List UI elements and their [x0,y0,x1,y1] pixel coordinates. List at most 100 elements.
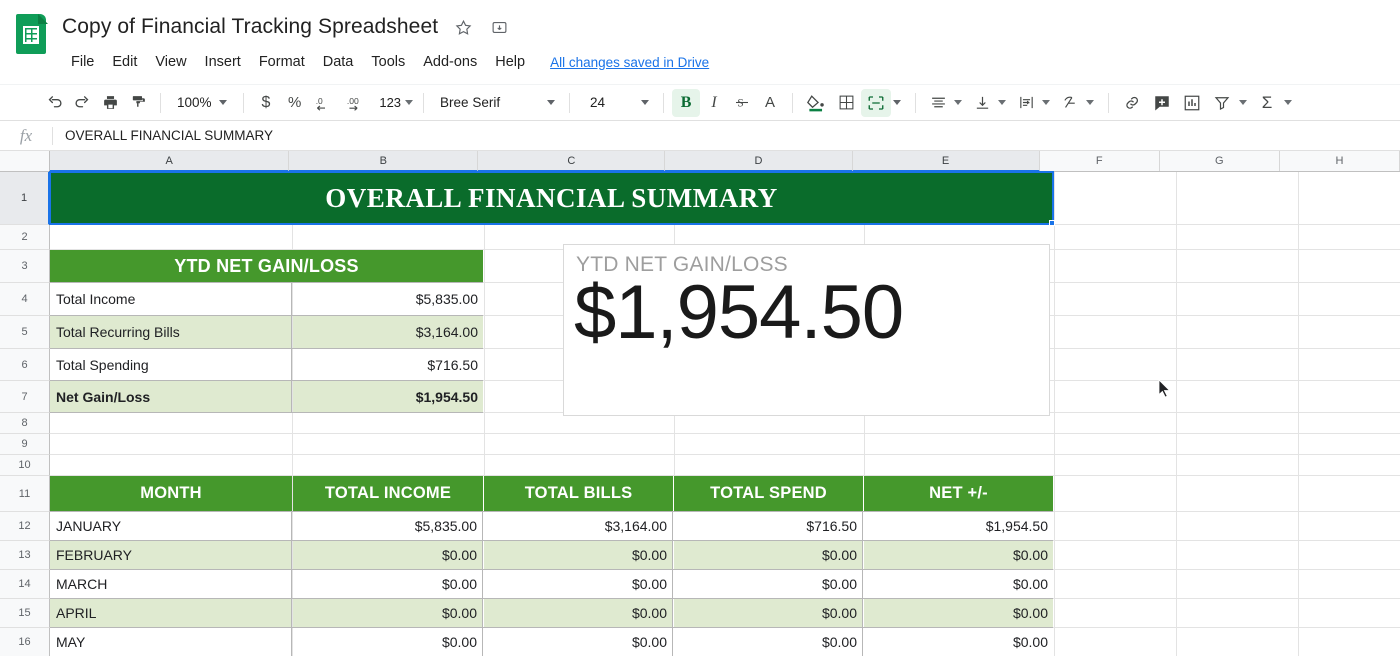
undo-icon[interactable] [40,89,68,117]
chevron-down-icon[interactable] [1239,100,1248,105]
chevron-down-icon[interactable] [641,100,650,105]
row-header-13[interactable]: 13 [0,541,50,570]
monthly-cell-income[interactable]: $0.00 [293,541,483,569]
monthly-cell-month[interactable]: FEBRUARY [50,541,292,569]
monthly-cell-spend[interactable]: $716.50 [674,512,863,540]
monthly-header-spend[interactable]: TOTAL SPEND [674,476,863,511]
row-header-1[interactable]: 1 [0,172,50,225]
column-header-c[interactable]: C [478,151,666,172]
monthly-cell-spend[interactable]: $0.00 [674,599,863,627]
column-header-f[interactable]: F [1039,151,1160,171]
monthly-cell-month[interactable]: APRIL [50,599,292,627]
chart-icon[interactable] [1177,89,1207,117]
menu-edit[interactable]: Edit [103,51,146,73]
row-header-6[interactable]: 6 [0,349,50,381]
monthly-cell-spend[interactable]: $0.00 [674,628,863,656]
text-color-button[interactable]: A [756,89,784,117]
chevron-down-icon[interactable] [893,100,902,105]
row-header-11[interactable]: 11 [0,476,50,512]
paint-format-icon[interactable] [124,89,152,117]
print-icon[interactable] [96,89,124,117]
ytd-row-value[interactable]: $5,835.00 [293,283,483,315]
ytd-row-value[interactable]: $3,164.00 [293,316,483,348]
column-header-g[interactable]: G [1159,151,1280,171]
text-rotation-icon[interactable] [1056,89,1084,117]
monthly-cell-spend[interactable]: $0.00 [674,570,863,598]
font-family-selector[interactable]: Bree Serif [432,89,540,117]
monthly-cell-bills[interactable]: $0.00 [484,570,673,598]
column-header-e[interactable]: E [852,151,1040,172]
decrease-decimal-button[interactable]: .0 [309,89,341,117]
chevron-down-icon[interactable] [954,100,963,105]
ytd-row-label[interactable]: Net Gain/Loss [50,381,292,412]
column-header-h[interactable]: H [1279,151,1400,171]
menu-data[interactable]: Data [314,51,363,73]
column-header-d[interactable]: D [665,151,853,172]
horizontal-align-icon[interactable] [924,89,952,117]
ytd-row-value[interactable]: $716.50 [293,349,483,380]
comment-icon[interactable] [1147,89,1177,117]
monthly-cell-bills[interactable]: $0.00 [484,628,673,656]
chevron-down-icon[interactable] [998,100,1007,105]
row-header-4[interactable]: 4 [0,283,50,316]
scorecard-chart[interactable]: YTD NET GAIN/LOSS $1,954.50 [563,244,1050,416]
fill-color-icon[interactable] [801,89,832,117]
monthly-header-net[interactable]: NET +/- [864,476,1053,511]
vertical-align-icon[interactable] [968,89,996,117]
menu-insert[interactable]: Insert [196,51,250,73]
ytd-row-label[interactable]: Total Income [50,283,292,315]
zoom-selector[interactable]: 100% [169,89,235,117]
increase-decimal-button[interactable]: .00 [341,89,375,117]
row-header-12[interactable]: 12 [0,512,50,541]
monthly-header-month[interactable]: MONTH [50,476,292,511]
monthly-cell-spend[interactable]: $0.00 [674,541,863,569]
banner-title[interactable]: OVERALL FINANCIAL SUMMARY [50,172,1053,224]
menu-format[interactable]: Format [250,51,314,73]
currency-format-button[interactable]: $ [252,89,280,117]
monthly-cell-income[interactable]: $0.00 [293,628,483,656]
row-header-5[interactable]: 5 [0,316,50,349]
select-all-corner[interactable] [0,151,50,171]
star-icon[interactable] [452,16,474,38]
row-header-14[interactable]: 14 [0,570,50,599]
monthly-cell-income[interactable]: $0.00 [293,599,483,627]
row-header-10[interactable]: 10 [0,455,50,476]
number-format-selector[interactable]: 123 [375,89,415,117]
formula-bar[interactable]: fx OVERALL FINANCIAL SUMMARY [0,120,1400,151]
monthly-cell-month[interactable]: MAY [50,628,292,656]
chevron-down-icon[interactable] [1042,100,1051,105]
row-header-16[interactable]: 16 [0,628,50,656]
functions-icon[interactable]: Σ [1253,89,1281,117]
ytd-row-value[interactable]: $1,954.50 [293,381,483,412]
bold-button[interactable]: B [672,88,701,117]
chevron-down-icon[interactable] [1284,100,1293,105]
monthly-cell-income[interactable]: $5,835.00 [293,512,483,540]
row-header-9[interactable]: 9 [0,434,50,455]
monthly-cell-bills[interactable]: $3,164.00 [484,512,673,540]
monthly-cell-bills[interactable]: $0.00 [484,541,673,569]
ytd-row-label[interactable]: Total Recurring Bills [50,316,292,348]
menu-file[interactable]: File [62,51,103,73]
page-title[interactable]: Copy of Financial Tracking Spreadsheet [62,15,438,39]
monthly-cell-net[interactable]: $0.00 [864,541,1053,569]
column-header-a[interactable]: A [50,151,290,172]
italic-button[interactable]: I [700,89,728,117]
save-status[interactable]: All changes saved in Drive [550,55,709,70]
menu-tools[interactable]: Tools [362,51,414,73]
row-header-15[interactable]: 15 [0,599,50,628]
redo-icon[interactable] [68,89,96,117]
chevron-down-icon[interactable] [1086,100,1095,105]
percent-format-button[interactable]: % [280,89,309,117]
text-wrapping-icon[interactable] [1012,89,1040,117]
monthly-cell-bills[interactable]: $0.00 [484,599,673,627]
selection-handle[interactable] [1049,220,1055,226]
monthly-cell-income[interactable]: $0.00 [293,570,483,598]
monthly-cell-net[interactable]: $0.00 [864,599,1053,627]
formula-input[interactable]: OVERALL FINANCIAL SUMMARY [53,128,273,143]
menu-add-ons[interactable]: Add-ons [414,51,486,73]
monthly-cell-net[interactable]: $0.00 [864,628,1053,656]
move-to-folder-icon[interactable] [488,16,510,38]
row-header-2[interactable]: 2 [0,225,50,250]
column-header-b[interactable]: B [289,151,479,172]
borders-icon[interactable] [832,89,861,117]
